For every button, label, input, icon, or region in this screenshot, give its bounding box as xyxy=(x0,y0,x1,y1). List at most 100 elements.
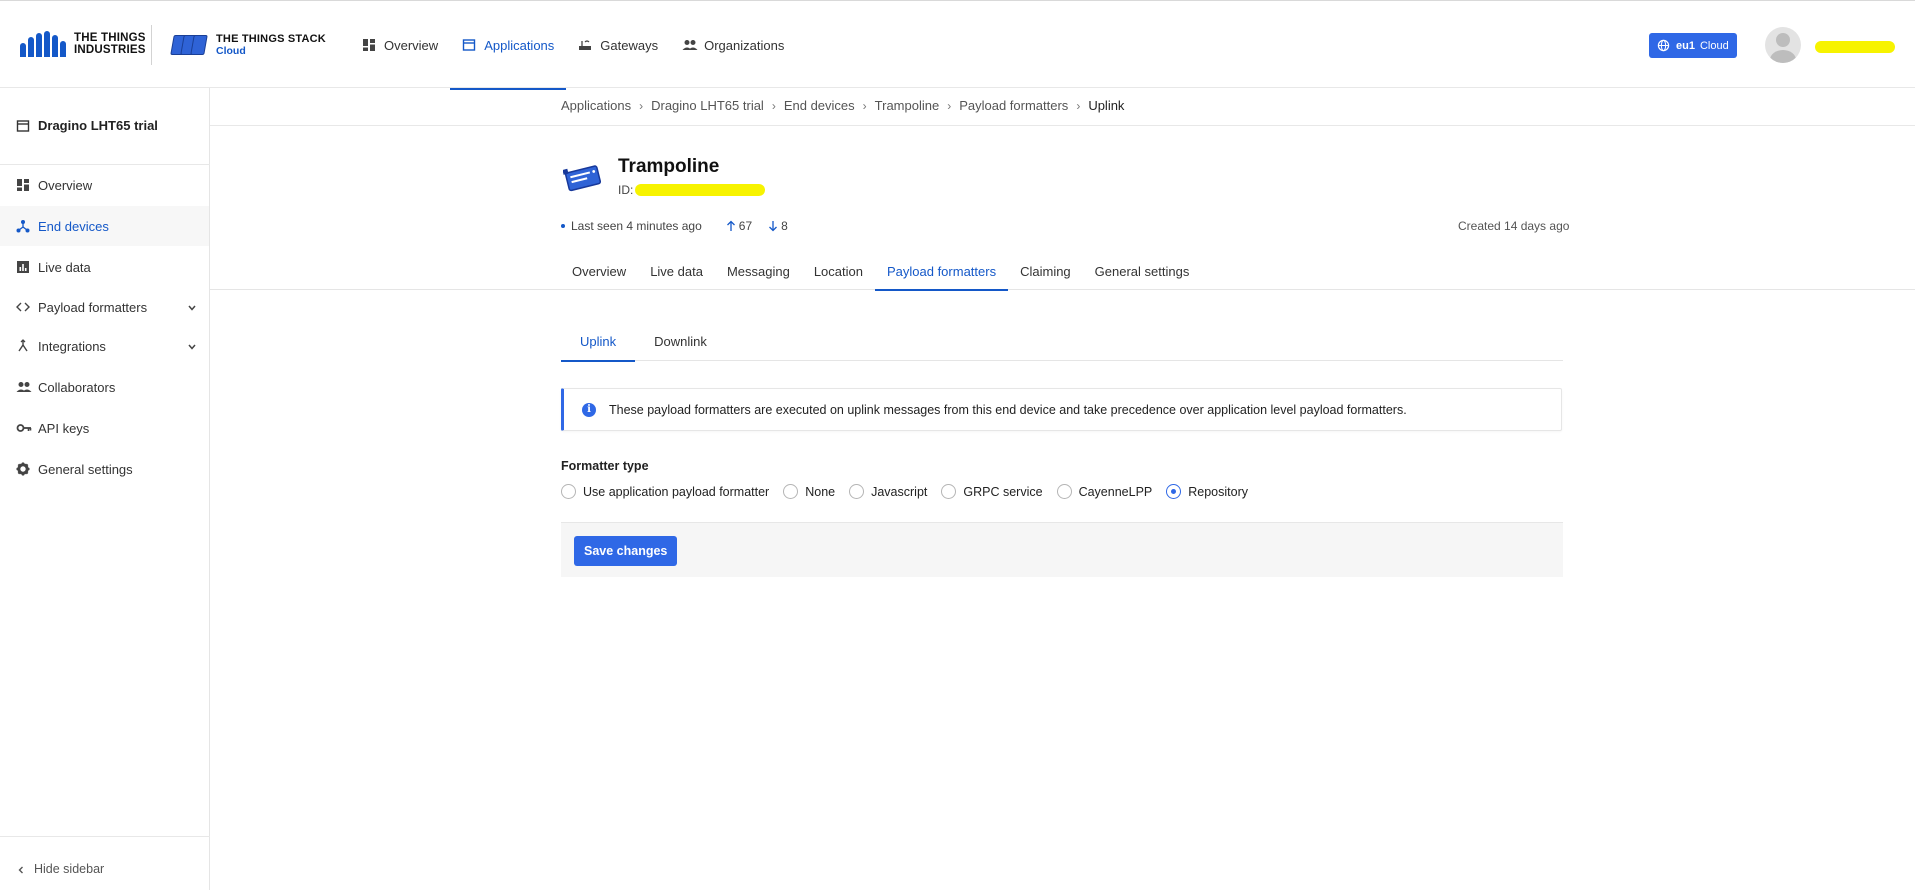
radio-cayennelpp[interactable]: CayenneLPP xyxy=(1056,484,1153,499)
sidebar-item-label: Payload formatters xyxy=(38,299,148,315)
chart-icon xyxy=(16,260,30,274)
username-redacted[interactable] xyxy=(1815,41,1895,53)
hide-sidebar-label: Hide sidebar xyxy=(34,862,105,876)
device-icon xyxy=(562,160,605,196)
last-seen-text: Last seen 4 minutes ago xyxy=(571,219,702,233)
main-nav: Overview Applications Gateways Organizat… xyxy=(350,1,796,90)
radio-javascript[interactable]: Javascript xyxy=(849,484,927,499)
tab-general-settings[interactable]: General settings xyxy=(1083,253,1202,290)
radio-label: CayenneLPP xyxy=(1078,484,1153,499)
sidebar-item-collaborators[interactable]: Collaborators xyxy=(0,367,209,407)
chevron-right-icon: › xyxy=(771,98,776,113)
tti-logo-text: THE THINGS INDUSTRIES xyxy=(74,32,146,56)
tts-logo-icon xyxy=(170,33,208,57)
radio-button[interactable] xyxy=(1056,484,1072,499)
tab-live-data[interactable]: Live data xyxy=(638,253,715,290)
radio-grpc-service[interactable]: GRPC service xyxy=(941,484,1043,499)
tab-overview[interactable]: Overview xyxy=(560,253,638,290)
radio-label: Use application payload formatter xyxy=(583,484,770,499)
sidebar-item-label: API keys xyxy=(38,420,90,436)
sidebar-item-label: General settings xyxy=(38,461,133,477)
breadcrumb-device[interactable]: Trampoline xyxy=(875,98,940,113)
sidebar-item-label: Integrations xyxy=(38,338,106,354)
key-icon xyxy=(16,421,32,435)
dashboard-icon xyxy=(362,38,376,52)
hide-sidebar-button[interactable]: Hide sidebar xyxy=(16,862,104,876)
radio-button[interactable] xyxy=(849,484,865,499)
device-id: ID: xyxy=(618,183,766,197)
gateway-icon xyxy=(578,38,592,52)
device-id-redacted xyxy=(635,184,766,196)
sidebar-item-label: End devices xyxy=(38,218,109,234)
sidebar-item-live-data[interactable]: Live data xyxy=(0,247,209,287)
tab-messaging[interactable]: Messaging xyxy=(715,253,802,290)
chevron-down-icon[interactable] xyxy=(187,301,197,316)
radio-button[interactable] xyxy=(561,484,576,499)
nav-gateways[interactable]: Gateways xyxy=(566,1,670,89)
nav-overview[interactable]: Overview xyxy=(350,1,450,89)
brand-divider xyxy=(151,25,152,65)
radio-label: GRPC service xyxy=(963,484,1043,499)
radio-button[interactable] xyxy=(783,484,799,499)
tti-logo[interactable]: THE THINGS INDUSTRIES xyxy=(20,31,146,57)
integration-icon xyxy=(16,339,30,353)
sidebar-item-overview[interactable]: Overview xyxy=(0,165,209,205)
organization-icon xyxy=(682,38,698,52)
breadcrumb: Applications › Dragino LHT65 trial › End… xyxy=(561,98,1124,113)
breadcrumb-application[interactable]: Dragino LHT65 trial xyxy=(651,98,764,113)
device-id-label: ID: xyxy=(618,183,634,197)
breadcrumb-applications[interactable]: Applications xyxy=(561,98,631,113)
uplink-count: 67 xyxy=(738,219,753,233)
created-date: Created 14 days ago xyxy=(1458,219,1570,233)
sidebar-item-api-keys[interactable]: API keys xyxy=(0,408,209,448)
tab-payload-formatters[interactable]: Payload formatters xyxy=(874,253,1009,291)
dashboard-icon xyxy=(16,178,30,192)
breadcrumb-end-devices[interactable]: End devices xyxy=(784,98,855,113)
sidebar-app-name: Dragino LHT65 trial xyxy=(38,118,158,133)
nav-overview-label: Overview xyxy=(384,37,439,53)
globe-icon xyxy=(1657,39,1671,53)
sidebar-item-general-settings[interactable]: General settings xyxy=(0,449,209,489)
sidebar-divider xyxy=(0,836,210,837)
top-header: THE THINGS INDUSTRIES THE THINGS STACK C… xyxy=(0,0,1915,90)
radio-label: Javascript xyxy=(871,484,928,499)
cluster-region: eu1 xyxy=(1676,39,1695,52)
info-notification: i These payload formatters are executed … xyxy=(561,388,1562,431)
radio-repository[interactable]: Repository xyxy=(1166,484,1248,499)
radio-none[interactable]: None xyxy=(783,484,835,499)
chevron-right-icon: › xyxy=(1076,98,1081,113)
devices-icon xyxy=(16,219,30,233)
cluster-selector-button[interactable]: eu1 Cloud xyxy=(1649,33,1737,58)
arrow-down-icon xyxy=(768,220,778,232)
nav-applications[interactable]: Applications xyxy=(450,1,567,90)
save-changes-button[interactable]: Save changes xyxy=(574,536,678,566)
tab-claiming[interactable]: Claiming xyxy=(1008,253,1083,290)
nav-gateways-label: Gateways xyxy=(600,37,659,53)
form-submit-bar: Save changes xyxy=(561,522,1563,577)
nav-applications-label: Applications xyxy=(484,37,555,53)
chevron-left-icon xyxy=(16,864,26,874)
formatter-type-radio-group: Use application payload formatter None J… xyxy=(561,484,1262,499)
tts-logo[interactable]: THE THINGS STACK Cloud xyxy=(170,33,326,57)
sidebar-item-end-devices[interactable]: End devices xyxy=(0,206,209,246)
sidebar-item-payload-formatters[interactable]: Payload formatters xyxy=(0,287,209,327)
sidebar-item-integrations[interactable]: Integrations xyxy=(0,326,209,366)
application-icon xyxy=(16,119,30,133)
sidebar: Dragino LHT65 trial Overview End devices… xyxy=(0,88,210,890)
application-icon xyxy=(462,38,476,52)
subtab-uplink[interactable]: Uplink xyxy=(561,322,636,362)
radio-label: Repository xyxy=(1188,484,1248,499)
formatter-subtabs: Uplink Downlink xyxy=(561,322,1563,362)
radio-application-formatter[interactable]: Use application payload formatter xyxy=(561,484,769,499)
radio-button-checked[interactable] xyxy=(1166,484,1182,499)
sidebar-item-label: Live data xyxy=(38,259,91,275)
tab-location[interactable]: Location xyxy=(802,253,875,290)
user-avatar[interactable] xyxy=(1765,27,1801,63)
subtab-downlink[interactable]: Downlink xyxy=(635,322,726,361)
radio-button[interactable] xyxy=(941,484,957,499)
chevron-down-icon[interactable] xyxy=(187,340,197,355)
breadcrumb-payload-formatters[interactable]: Payload formatters xyxy=(959,98,1068,113)
sidebar-item-label: Overview xyxy=(38,177,93,193)
nav-organizations[interactable]: Organizations xyxy=(670,1,796,89)
tti-logo-icon xyxy=(20,31,66,57)
